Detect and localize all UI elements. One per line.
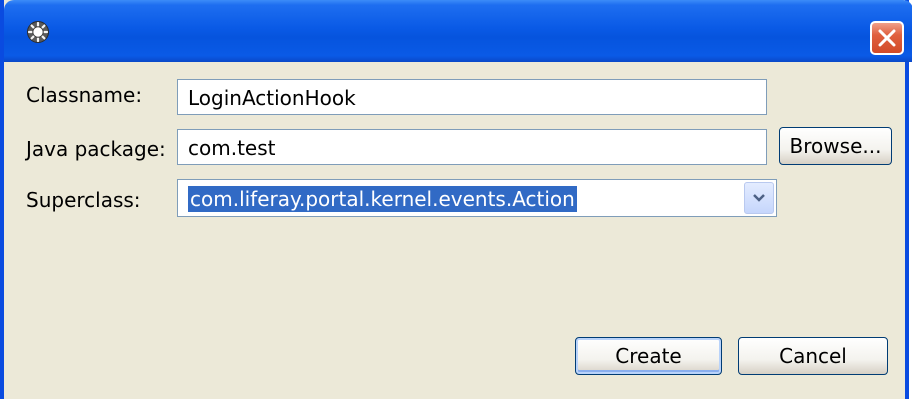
create-button[interactable]: Create: [575, 337, 722, 375]
browse-button[interactable]: Browse...: [779, 127, 892, 165]
superclass-label: Superclass:: [26, 188, 141, 212]
close-icon: [878, 29, 896, 47]
title-bar[interactable]: [4, 0, 912, 62]
java-package-input[interactable]: com.test: [177, 129, 767, 165]
superclass-selected-value: com.liferay.portal.kernel.events.Action: [188, 186, 577, 212]
cancel-button[interactable]: Cancel: [738, 337, 888, 375]
close-button[interactable]: [870, 21, 904, 55]
superclass-combobox[interactable]: com.liferay.portal.kernel.events.Action: [177, 179, 777, 217]
java-package-label: Java package:: [26, 137, 166, 161]
chevron-down-icon: [753, 194, 765, 202]
superclass-dropdown-button[interactable]: [744, 182, 774, 214]
classname-label: Classname:: [26, 83, 143, 107]
gear-icon: [26, 20, 50, 44]
classname-input[interactable]: LoginActionHook: [177, 79, 767, 115]
